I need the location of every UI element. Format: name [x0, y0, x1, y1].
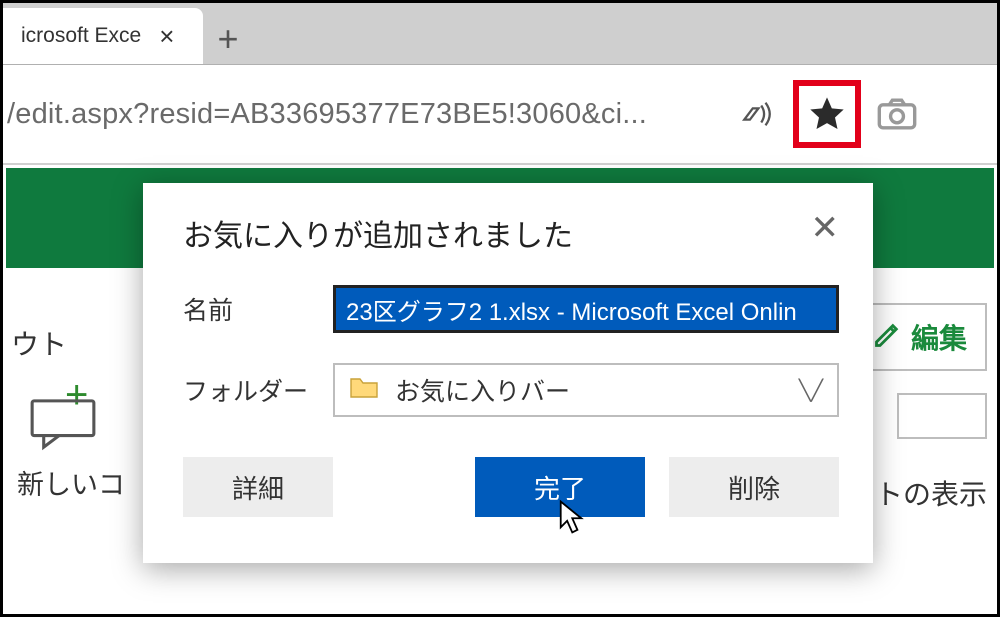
edit-label: 編集: [911, 317, 967, 357]
delete-button[interactable]: 削除: [669, 457, 839, 517]
tab-title: icrosoft Exce: [21, 24, 141, 48]
bg-empty-box: [897, 393, 987, 439]
bg-text-fragment: ウト: [11, 323, 67, 363]
dialog-title: お気に入りが追加されました: [183, 211, 573, 255]
favorites-star-button[interactable]: [793, 80, 861, 148]
favorite-added-dialog: お気に入りが追加されました ✕ 名前 フォルダー お気に入りバー ╲╱ 詳細: [143, 183, 873, 563]
tab-strip: icrosoft Exce × +: [3, 3, 997, 65]
browser-window: icrosoft Exce × + /edit.aspx?resid=AB336…: [0, 0, 1000, 617]
folder-label: フォルダー: [183, 372, 333, 408]
folder-icon: [349, 375, 379, 406]
close-tab-icon[interactable]: ×: [159, 23, 174, 49]
star-filled-icon: [807, 94, 847, 134]
read-aloud-icon[interactable]: [733, 90, 781, 138]
name-label: 名前: [183, 291, 333, 327]
mouse-cursor-icon: [557, 499, 585, 542]
browser-tab[interactable]: icrosoft Exce ×: [3, 8, 203, 64]
done-button[interactable]: 完了: [475, 457, 645, 517]
folder-value: お気に入りバー: [395, 372, 783, 408]
comment-icon[interactable]: [27, 397, 99, 456]
edit-button[interactable]: 編集: [853, 303, 987, 371]
url-text[interactable]: /edit.aspx?resid=AB33695377E73BE5!3060&c…: [3, 98, 723, 131]
address-bar-row: /edit.aspx?resid=AB33695377E73BE5!3060&c…: [3, 65, 997, 165]
favorite-name-input[interactable]: [333, 285, 839, 333]
details-button[interactable]: 詳細: [183, 457, 333, 517]
bg-show-label: トの表示: [875, 473, 987, 513]
new-tab-button[interactable]: +: [203, 14, 253, 64]
pencil-icon: [873, 321, 901, 354]
plus-icon: +: [217, 18, 238, 60]
close-dialog-button[interactable]: ✕: [811, 211, 840, 245]
folder-select[interactable]: お気に入りバー ╲╱: [333, 363, 839, 417]
new-comment-label: 新しいコ: [17, 463, 125, 502]
chevron-down-icon: ╲╱: [799, 378, 823, 403]
screenshot-icon[interactable]: [873, 90, 921, 138]
